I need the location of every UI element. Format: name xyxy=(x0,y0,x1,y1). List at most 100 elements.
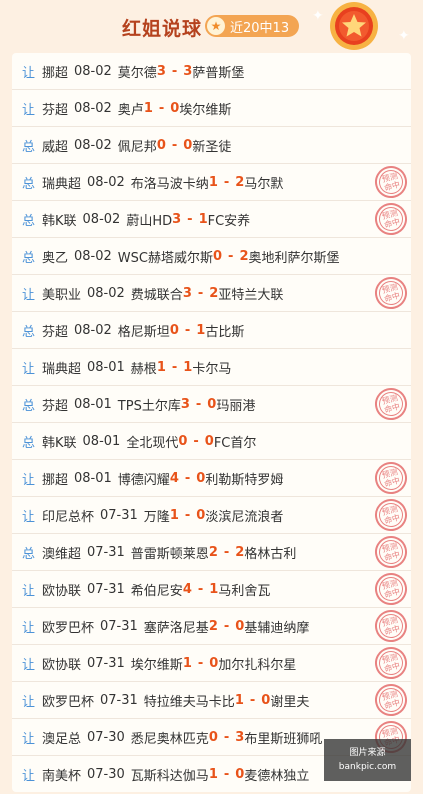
home-team: 博德闪耀 xyxy=(117,472,170,488)
stamp-text: 命中 xyxy=(383,586,402,600)
match-row[interactable]: 总韩K联 08-02 蔚山HD 3-1 FC安养 预测 命中 xyxy=(12,199,411,239)
score-separator: - xyxy=(249,692,256,708)
prediction-type: 总 xyxy=(22,213,36,229)
record-text: 近20中13 xyxy=(230,20,290,36)
watermark: 图片来源 bankpic.com xyxy=(324,739,411,781)
match-row[interactable]: 让瑞典超 08-01 赫根 1-1 卡尔马 xyxy=(12,349,411,386)
match-date: 08-02 xyxy=(87,285,125,301)
match-row[interactable]: 让印尼总杯 07-31 万隆 1-0 淡滨尼流浪者 预测 命中 xyxy=(12,495,411,535)
home-score: 3 xyxy=(182,285,192,301)
match-row[interactable]: 让挪超 08-01 博德闪耀 4-0 利勒斯特罗姆 预测 命中 xyxy=(12,458,411,498)
home-team: 赫根 xyxy=(130,361,157,377)
home-score: 1 xyxy=(234,692,244,708)
away-team: 格林古利 xyxy=(244,546,297,562)
prediction-type: 总 xyxy=(22,546,36,562)
away-score: 2 xyxy=(209,285,219,301)
home-score: 1 xyxy=(156,359,166,375)
match-date: 08-02 xyxy=(74,63,112,79)
score-separator: - xyxy=(228,248,234,264)
match-date: 08-01 xyxy=(74,396,112,412)
away-score: 2 xyxy=(239,248,249,264)
match-row[interactable]: 让欧罗巴杯 07-31 塞萨洛尼基 2-0 基辅迪纳摩 预测 命中 xyxy=(12,606,411,646)
score-separator: - xyxy=(184,507,191,523)
stamp-text: 预测 xyxy=(380,467,399,481)
match-row[interactable]: 总奥乙 08-02 WSC赫塔威尔斯 0-2 奥地利萨尔斯堡 xyxy=(12,238,411,275)
away-team: 卡尔马 xyxy=(192,361,232,377)
away-team: FC安养 xyxy=(207,213,251,229)
score-separator: - xyxy=(158,100,165,116)
home-score: 3 xyxy=(156,63,166,79)
match-row[interactable]: 让美职业 08-02 费城联合 3-2 亚特兰大联 预测 命中 xyxy=(12,273,411,313)
score-separator: - xyxy=(171,137,178,153)
home-team: 万隆 xyxy=(143,509,170,525)
match-row[interactable]: 总瑞典超 08-02 布洛马波卡纳 1-2 马尔默 预测 命中 xyxy=(12,162,411,202)
match-row[interactable]: 总韩K联 08-01 全北现代 0-0 FC首尔 xyxy=(12,423,411,460)
match-date: 07-31 xyxy=(100,692,138,708)
stamp-text: 命中 xyxy=(383,660,402,674)
away-team: 马尔默 xyxy=(244,176,284,192)
score-separator: - xyxy=(187,211,193,227)
stamp-text: 预测 xyxy=(380,652,399,666)
prediction-type: 让 xyxy=(22,361,36,377)
sparkle-icon: ✦ xyxy=(312,8,324,24)
match-row[interactable]: 让挪超 08-02 莫尔德 3-3 萨普斯堡 xyxy=(12,53,411,90)
score-separator: - xyxy=(195,396,202,412)
match-row[interactable]: 让芬超 08-02 奥卢 1-0 埃尔维斯 xyxy=(12,90,411,127)
match-row[interactable]: 让欧协联 07-31 希伯尼安 4-1 马利舍瓦 预测 命中 xyxy=(12,569,411,609)
medal-icon xyxy=(330,2,378,50)
home-team: TPS土尔库 xyxy=(117,398,181,414)
match-date: 07-30 xyxy=(87,766,125,782)
hit-stamp-icon: 预测命中 xyxy=(371,495,411,535)
away-score: 0 xyxy=(207,396,217,412)
home-team: 悉尼奥林匹克 xyxy=(130,731,209,747)
match-date: 08-01 xyxy=(87,359,125,375)
prediction-type: 总 xyxy=(22,324,36,340)
home-team: 瓦斯科达伽马 xyxy=(130,768,209,784)
home-team: 格尼斯坦 xyxy=(117,324,170,340)
home-score: 2 xyxy=(208,618,218,634)
away-team: 马利舍瓦 xyxy=(218,583,271,599)
stamp-text: 预测 xyxy=(380,282,399,296)
prediction-type: 让 xyxy=(22,472,36,488)
match-row[interactable]: 总芬超 08-02 格尼斯坦 0-1 古比斯 xyxy=(12,312,411,349)
away-score: 2 xyxy=(235,544,245,560)
league-name: 印尼总杯 xyxy=(42,509,95,525)
home-score: 0 xyxy=(212,248,223,264)
away-score: 0 xyxy=(204,433,214,449)
home-score: 4 xyxy=(182,581,192,597)
home-team: 特拉维夫马卡比 xyxy=(143,694,235,710)
league-name: 美职业 xyxy=(42,287,82,303)
score-separator: - xyxy=(223,729,230,745)
match-row[interactable]: 总澳维超 07-31 普雷斯顿莱恩 2-2 格林古利 预测 命中 xyxy=(12,532,411,572)
prediction-type: 总 xyxy=(22,250,36,266)
prediction-type: 让 xyxy=(22,657,36,673)
match-row[interactable]: 总威超 08-02 佩尼邦 0-0 新圣徒 xyxy=(12,127,411,164)
stamp-text: 预测 xyxy=(380,726,399,740)
score-separator: - xyxy=(197,655,204,671)
stamp-text: 命中 xyxy=(383,216,402,230)
stamp-text: 命中 xyxy=(383,179,402,193)
match-row[interactable]: 总芬超 08-01 TPS土尔库 3-0 玛丽港 预测 命中 xyxy=(12,384,411,424)
prediction-type: 让 xyxy=(22,694,36,710)
match-row[interactable]: 让欧协联 07-31 埃尔维斯 1-0 加尔扎科尔星 预测 命中 xyxy=(12,643,411,683)
league-name: 欧协联 xyxy=(42,657,82,673)
league-name: 澳维超 xyxy=(42,546,82,562)
home-score: 1 xyxy=(143,100,153,116)
away-score: 1 xyxy=(198,211,208,227)
away-score: 0 xyxy=(235,766,245,782)
match-row[interactable]: 让欧罗巴杯 07-31 特拉维夫马卡比 1-0 谢里夫 预测 命中 xyxy=(12,680,411,720)
score-separator: - xyxy=(197,581,204,597)
home-score: 1 xyxy=(182,655,192,671)
away-score: 0 xyxy=(235,618,245,634)
stamp-text: 预测 xyxy=(380,578,399,592)
away-team: 谢里夫 xyxy=(270,694,310,710)
star-icon: ★ xyxy=(207,17,225,35)
watermark-line1: 图片来源 xyxy=(349,748,386,758)
away-team: 利勒斯特罗姆 xyxy=(205,472,284,488)
match-date: 07-30 xyxy=(87,729,125,745)
stamp-text: 预测 xyxy=(380,541,399,555)
stamp-text: 预测 xyxy=(380,393,399,407)
stamp-text: 命中 xyxy=(383,475,402,489)
prediction-type: 总 xyxy=(22,139,36,155)
prediction-type: 让 xyxy=(22,102,36,118)
